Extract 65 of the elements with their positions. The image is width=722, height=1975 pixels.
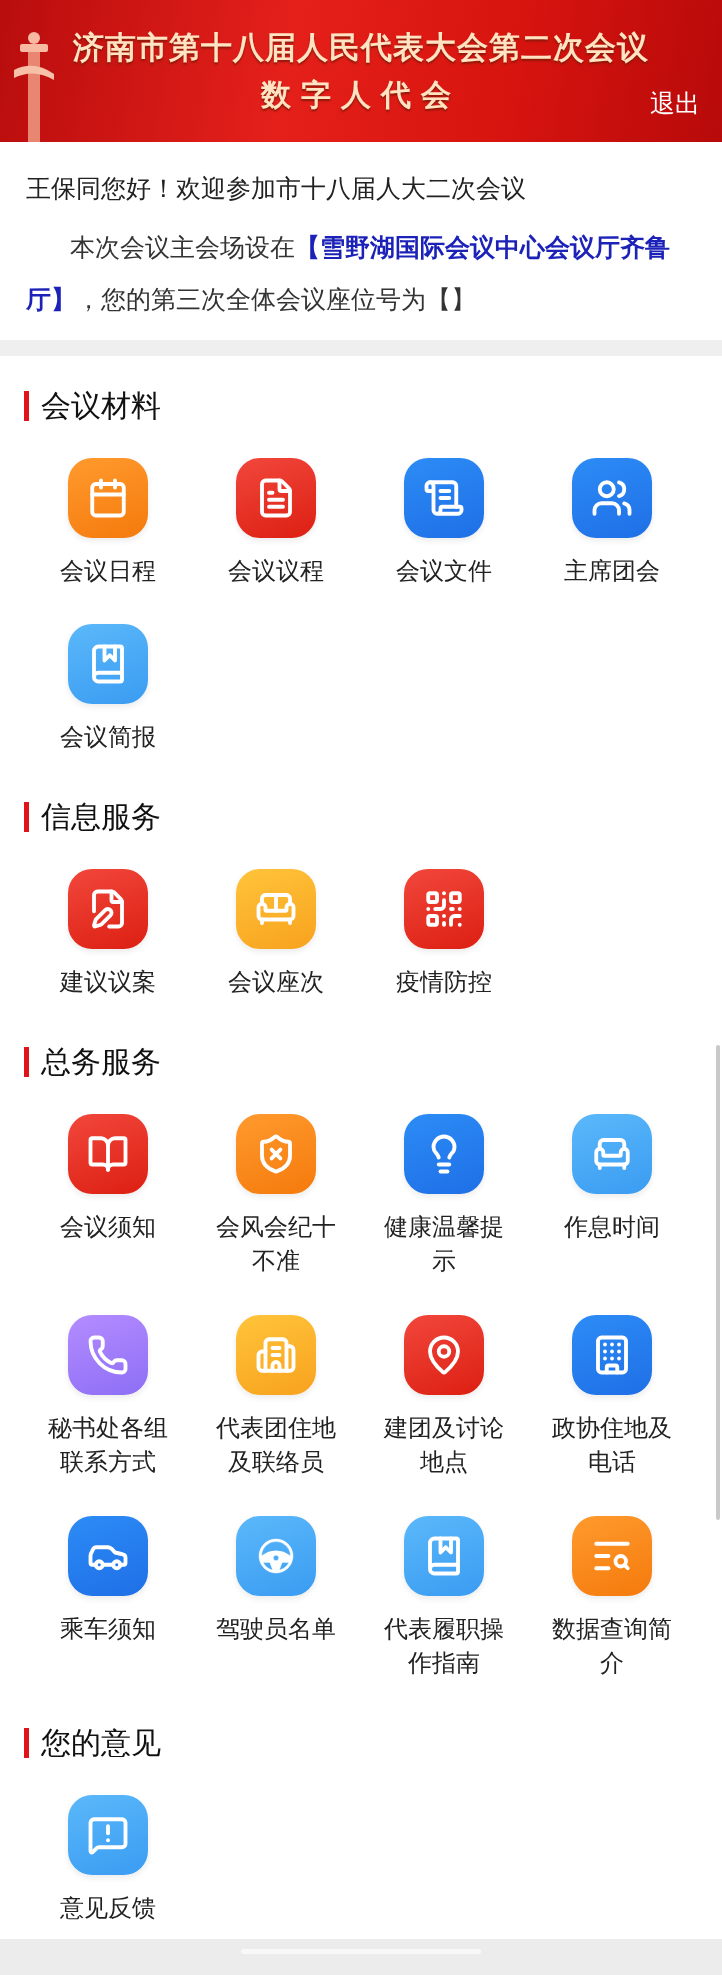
app-icon-button[interactable] <box>68 1114 148 1194</box>
section-title: 您的意见 <box>41 1723 161 1762</box>
logout-button[interactable]: 退出 <box>650 87 700 120</box>
menu-label[interactable]: 健康温馨提示 <box>376 1210 512 1278</box>
app-icon-button[interactable] <box>68 624 148 704</box>
menu-label[interactable]: 代表团住地及联络员 <box>208 1411 344 1479</box>
menu-label[interactable]: 乘车须知 <box>40 1612 176 1680</box>
app-icon-button[interactable] <box>68 1315 148 1395</box>
calendar-icon <box>87 477 129 519</box>
menu-label[interactable]: 会议议程 <box>208 554 344 588</box>
app-icon-button[interactable] <box>236 1516 316 1596</box>
section-title: 信息服务 <box>41 797 161 836</box>
people-icon <box>591 477 633 519</box>
menu-label[interactable]: 建团及讨论地点 <box>376 1411 512 1479</box>
app-icon-button[interactable] <box>236 1315 316 1395</box>
app-icon-button[interactable] <box>404 1315 484 1395</box>
qr-code-icon <box>423 888 465 930</box>
menu-label[interactable]: 主席团会 <box>544 554 680 588</box>
menu-label[interactable]: 会议日程 <box>40 554 176 588</box>
section-marker <box>24 1047 29 1077</box>
menu-label[interactable]: 作息时间 <box>544 1210 680 1278</box>
app-icon-button[interactable] <box>404 869 484 949</box>
section-title: 会议材料 <box>41 386 161 425</box>
menu-label[interactable]: 会风会纪十不准 <box>208 1210 344 1278</box>
section-title: 总务服务 <box>41 1042 161 1081</box>
banner-title: 济南市第十八届人民代表大会第二次会议 <box>73 27 649 67</box>
pillar-icon <box>14 30 54 142</box>
menu-label[interactable]: 意见反馈 <box>40 1891 176 1925</box>
app-icon-button[interactable] <box>68 458 148 538</box>
app-icon-button[interactable] <box>572 1114 652 1194</box>
menu-label[interactable]: 代表履职操作指南 <box>376 1612 512 1680</box>
app-icon-button[interactable] <box>572 458 652 538</box>
app-icon-button[interactable] <box>236 1114 316 1194</box>
app-icon-button[interactable] <box>572 1516 652 1596</box>
building-icon <box>255 1334 297 1376</box>
app-icon-button[interactable] <box>68 1516 148 1596</box>
menu-label[interactable]: 驾驶员名单 <box>208 1612 344 1680</box>
menu-label[interactable]: 会议须知 <box>40 1210 176 1278</box>
app-icon-button[interactable] <box>236 458 316 538</box>
menu-label[interactable]: 会议简报 <box>40 720 176 754</box>
scroll-icon <box>423 477 465 519</box>
phone-icon <box>87 1334 129 1376</box>
app-icon-button[interactable] <box>404 1114 484 1194</box>
menu-label[interactable]: 建议议案 <box>40 965 176 999</box>
message-icon <box>87 1814 129 1856</box>
steering-wheel-icon <box>255 1535 297 1577</box>
app-icon-button[interactable] <box>404 1516 484 1596</box>
menu-label[interactable]: 秘书处各组联系方式 <box>40 1411 176 1479</box>
menu-label[interactable]: 数据查询简介 <box>544 1612 680 1680</box>
section-marker <box>24 802 29 832</box>
venue-notice: 本次会议主会场设在【雪野湖国际会议中心会议厅齐鲁厅】，您的第三次全体会议座位号为【】 <box>26 232 671 316</box>
menu-label[interactable]: 政协住地及电话 <box>544 1411 680 1479</box>
app-icon-button[interactable] <box>404 458 484 538</box>
app-icon-button[interactable] <box>236 869 316 949</box>
section-marker <box>24 1728 29 1758</box>
menu-label[interactable]: 会议文件 <box>376 554 512 588</box>
app-icon-button[interactable] <box>572 1315 652 1395</box>
app-icon-button[interactable] <box>68 1795 148 1875</box>
menu-label[interactable]: 会议座次 <box>208 965 344 999</box>
greeting-text: 王保同您好！欢迎参加市十八届人大二次会议 <box>26 173 527 205</box>
menu-label[interactable]: 疫情防控 <box>376 965 512 999</box>
banner-subtitle: 数字人代会 <box>261 75 461 114</box>
section-marker <box>24 391 29 421</box>
open-book-icon <box>87 1133 129 1175</box>
app-icon-button[interactable] <box>68 869 148 949</box>
